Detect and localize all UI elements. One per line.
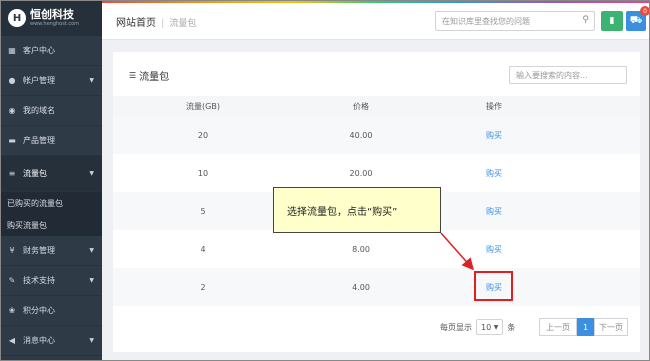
table-row: 2 4.00 购买 <box>113 268 640 306</box>
traffic-cell: 2 <box>200 282 206 292</box>
sidebar-item-label: 我的域名 <box>23 106 55 115</box>
sidebar-item-label: 技术支持 <box>23 276 55 285</box>
caret-down-icon: ▼ <box>89 337 94 344</box>
buy-link[interactable]: 购买 <box>444 230 544 268</box>
sidebar-item-points[interactable]: ❀ 积分中心 <box>0 296 102 326</box>
panel-title-text: 流量包 <box>139 72 170 83</box>
table-row: 20 40.00 购买 <box>113 116 640 154</box>
points-icon: ❀ <box>8 306 16 315</box>
price-cell: 8.00 <box>352 244 370 254</box>
sidebar-item-label: 流量包 <box>23 169 47 178</box>
per-page-select[interactable]: 10 ▼ <box>476 319 504 335</box>
traffic-cell: 10 <box>197 168 209 178</box>
per-page-control: 每页显示 10 ▼ 条 <box>440 318 515 336</box>
brand-logo[interactable]: H 恒创科技 www.henghost.com <box>0 0 102 36</box>
column-header-traffic: 流量(GB) <box>186 101 220 111</box>
breadcrumb: 网站首页 | 流量包 <box>116 14 196 29</box>
knowledge-search-placeholder: 在知识库里查找您的问题 <box>442 16 530 26</box>
per-page-value: 10 <box>481 322 492 332</box>
brand-name: 恒创科技 <box>30 8 74 21</box>
coin-icon: ¥ <box>9 246 15 255</box>
search-icon[interactable]: ⚲ <box>582 15 589 25</box>
sidebar-item-finance[interactable]: ¥ 财务管理 ▼ <box>0 236 102 266</box>
knowledge-search-input[interactable]: 在知识库里查找您的问题 ⚲ <box>435 11 595 31</box>
sidebar-item-traffic-package[interactable]: ≡ 流量包 ▼ <box>0 156 102 192</box>
top-bar: 网站首页 | 流量包 在知识库里查找您的问题 ⚲ ▮ ⛟ 0 <box>102 0 650 40</box>
cart-icon: ⛟ <box>629 14 643 26</box>
sidebar-subitem-buy-package[interactable]: 购买流量包 <box>0 214 102 236</box>
book-button[interactable]: ▮ <box>601 11 623 31</box>
sidebar-item-customer-center[interactable]: ▦ 客户中心 <box>0 36 102 66</box>
price-cell: 4.00 <box>352 282 370 292</box>
sidebar-item-account[interactable]: ● 帐户管理 ▼ <box>0 66 102 96</box>
sidebar-item-tech-support[interactable]: ✎ 技术支持 ▼ <box>0 266 102 296</box>
traffic-cell: 4 <box>200 244 206 254</box>
table-search-placeholder: 输入要搜索的内容... <box>516 70 588 80</box>
per-page-label: 每页显示 <box>440 322 472 332</box>
sidebar-item-label: 客户中心 <box>23 46 55 55</box>
panel-title: ☰ 流量包 <box>129 68 169 83</box>
highlight-box <box>474 271 513 301</box>
breadcrumb-current: 流量包 <box>169 19 197 29</box>
grid-icon: ▦ <box>8 46 16 55</box>
megaphone-icon: ◀ <box>8 336 16 345</box>
color-strip <box>102 0 650 3</box>
sidebar-item-messages[interactable]: ◀ 消息中心 ▼ <box>0 326 102 356</box>
brand-url: www.henghost.com <box>30 21 80 27</box>
traffic-cell: 20 <box>197 130 209 140</box>
caret-down-icon: ▼ <box>89 277 94 284</box>
sidebar-subitem-purchased-packages[interactable]: 已购买的流量包 <box>0 192 102 214</box>
buy-link[interactable]: 购买 <box>444 154 544 192</box>
wrench-icon: ✎ <box>8 276 16 285</box>
price-cell: 40.00 <box>349 130 373 140</box>
sidebar-item-label: 积分中心 <box>23 306 55 315</box>
caret-down-icon: ▼ <box>89 247 94 254</box>
column-header-price: 价格 <box>353 101 369 111</box>
breadcrumb-separator: | <box>161 18 165 29</box>
caret-down-icon: ▼ <box>89 77 94 84</box>
page-number-button[interactable]: 1 <box>577 318 594 336</box>
next-page-button[interactable]: 下一页 <box>594 318 628 336</box>
table-search-input[interactable]: 输入要搜索的内容... <box>509 66 627 84</box>
sidebar-item-products[interactable]: ▬ 产品管理 <box>0 126 102 156</box>
list-icon: ☰ <box>129 71 137 80</box>
column-header-action: 操作 <box>486 101 502 111</box>
sidebar-item-label: 消息中心 <box>23 336 55 345</box>
sidebar-item-domains[interactable]: ◉ 我的域名 <box>0 96 102 126</box>
per-page-unit: 条 <box>507 322 516 332</box>
buy-link[interactable]: 购买 <box>444 116 544 154</box>
table-header: 流量(GB) 价格 操作 <box>113 96 640 116</box>
sidebar-item-label: 产品管理 <box>23 136 55 145</box>
sidebar-item-label: 帐户管理 <box>23 76 55 85</box>
globe-icon: ◉ <box>8 106 16 115</box>
buy-link[interactable]: 购买 <box>444 192 544 230</box>
instruction-callout: 选择流量包，点击“购买” <box>273 187 441 233</box>
table-row: 4 8.00 购买 <box>113 230 640 268</box>
logo-mark-icon: H <box>8 9 26 27</box>
user-icon: ● <box>8 76 16 85</box>
cart-count-badge: 0 <box>640 6 650 16</box>
prev-page-button[interactable]: 上一页 <box>539 318 577 336</box>
caret-down-icon: ▼ <box>89 170 94 177</box>
traffic-cell: 5 <box>200 206 206 216</box>
book-icon: ▮ <box>609 16 615 26</box>
list-icon: ≡ <box>8 169 16 178</box>
sidebar-item-label: 财务管理 <box>23 246 55 255</box>
product-icon: ▬ <box>8 136 16 145</box>
sidebar: H 恒创科技 www.henghost.com ▦ 客户中心 ● 帐户管理 ▼ … <box>0 0 102 361</box>
breadcrumb-home[interactable]: 网站首页 <box>116 18 156 29</box>
chevron-down-icon: ▼ <box>493 323 499 331</box>
